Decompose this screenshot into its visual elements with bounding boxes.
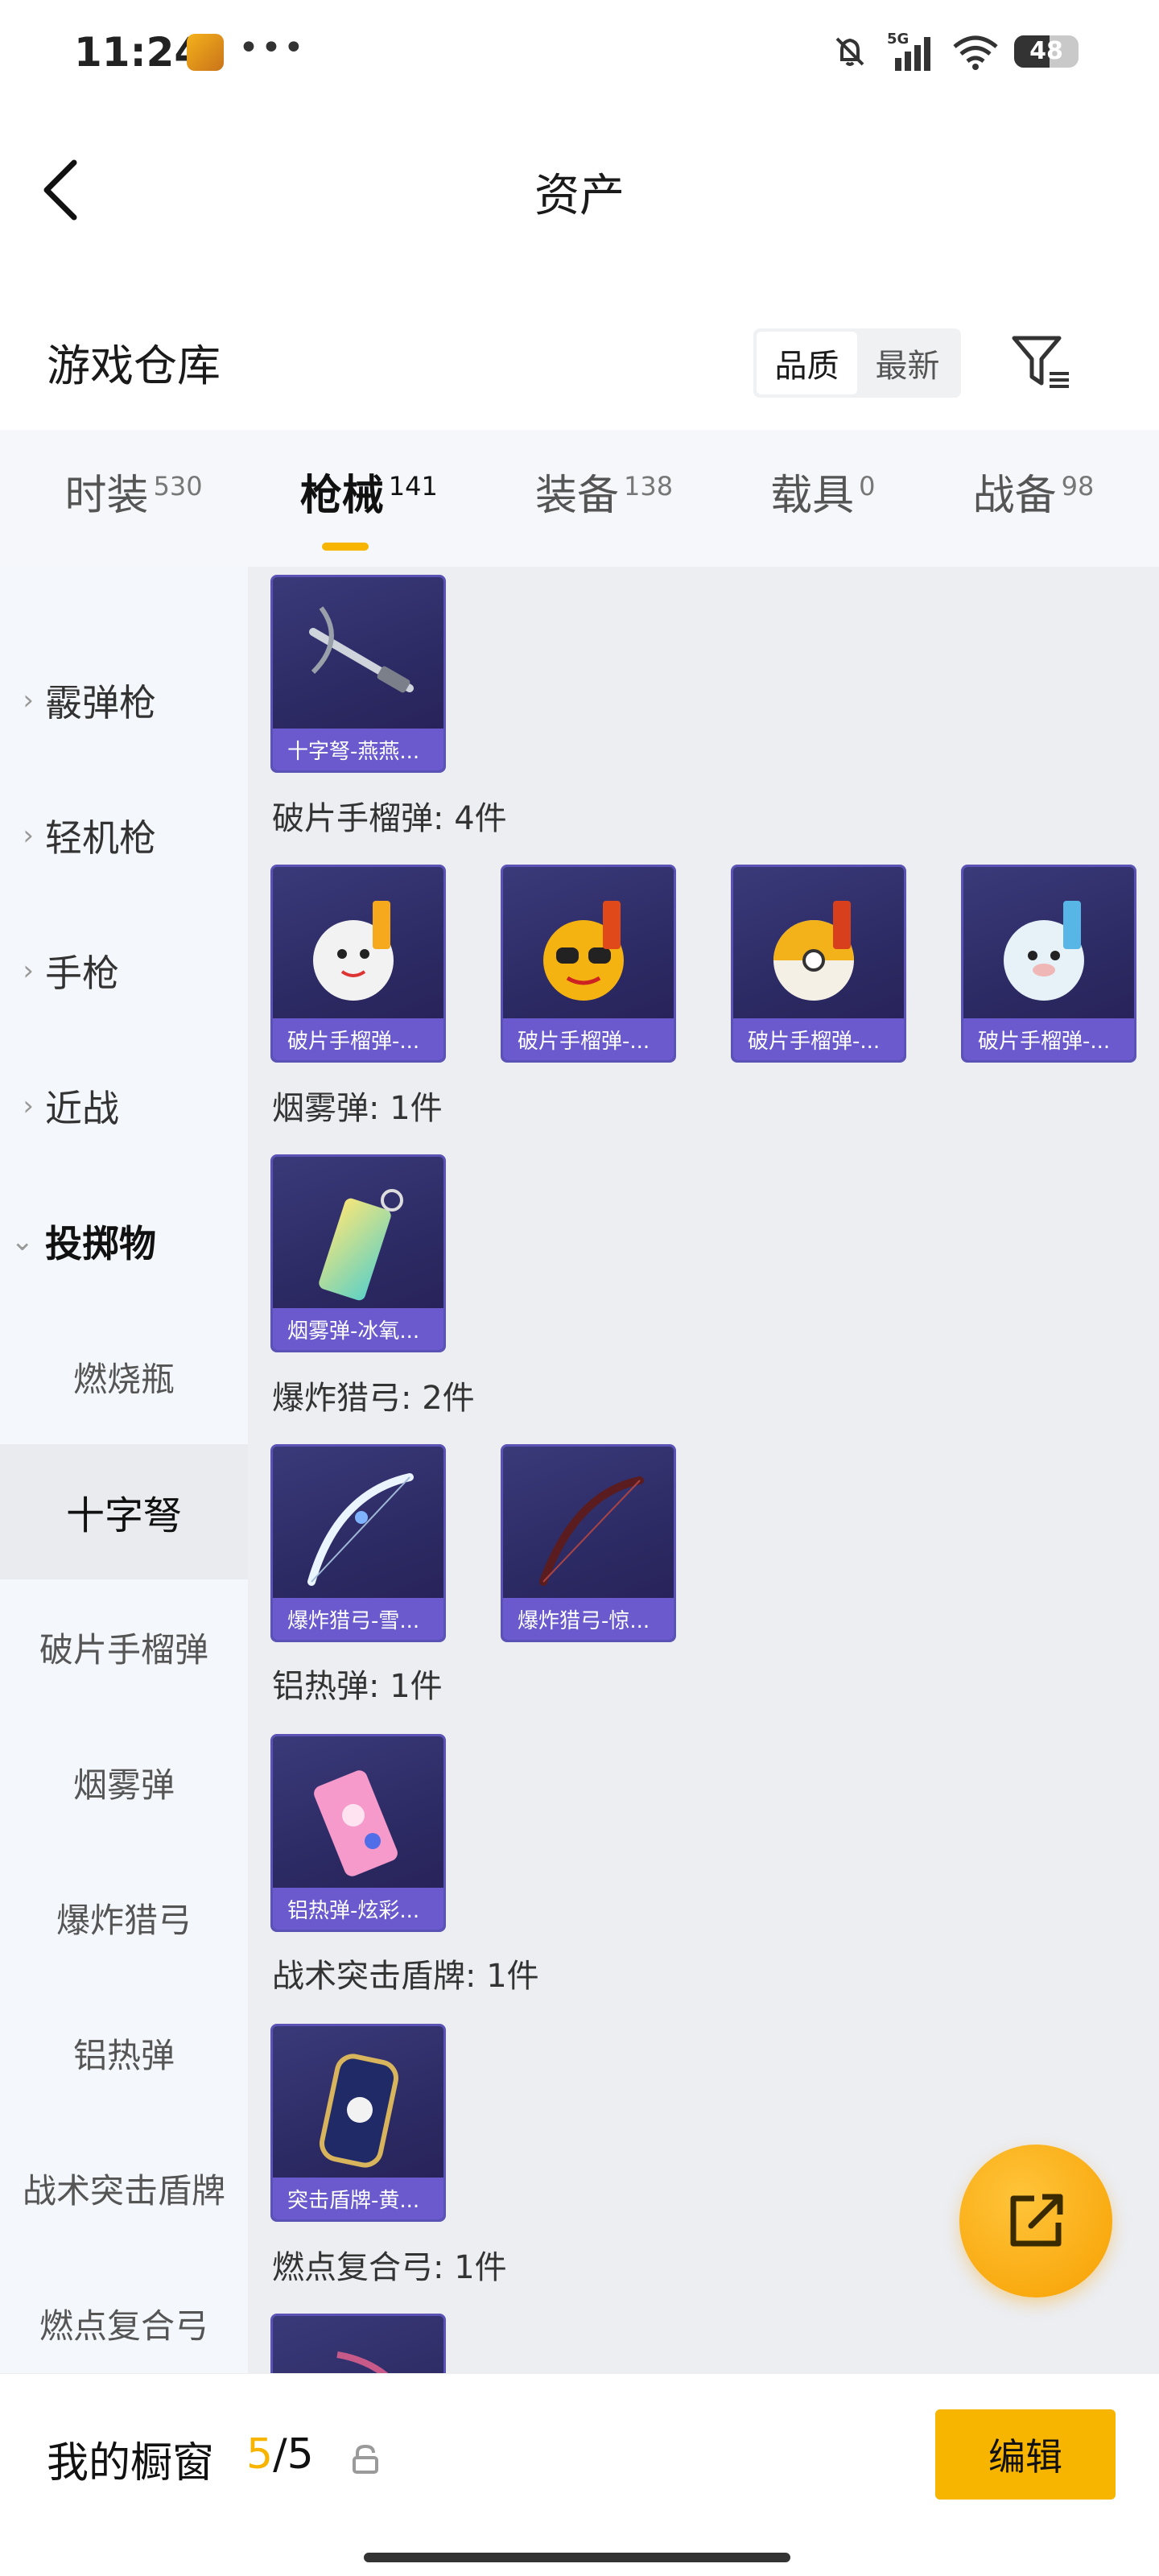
sidebar-sub-frag-grenade[interactable]: 破片手榴弹 bbox=[0, 1579, 248, 1715]
sidebar-sub-explosive-bow[interactable]: 爆炸猎弓 bbox=[0, 1850, 248, 1985]
showcase-bar: 我的橱窗 5/5 编辑 bbox=[0, 2373, 1159, 2576]
chevron-right-icon: › bbox=[23, 684, 34, 716]
smoke-grenade-icon bbox=[319, 1189, 403, 1301]
item-card[interactable]: 破片手榴弹-... bbox=[731, 865, 906, 1063]
chevron-right-icon: › bbox=[23, 1090, 34, 1122]
item-card[interactable]: 破片手榴弹-... bbox=[270, 865, 446, 1063]
item-card[interactable]: 破片手榴弹-... bbox=[501, 865, 676, 1063]
active-tab-indicator bbox=[322, 542, 369, 551]
group-title: 燃点复合弓: 1件 bbox=[272, 2249, 507, 2286]
thermite-grenade-icon bbox=[314, 1770, 398, 1876]
section-title: 游戏仓库 bbox=[47, 341, 221, 391]
signal-5g-icon: 5G bbox=[887, 31, 930, 71]
sidebar-sub-crossbow[interactable]: 十字弩 bbox=[0, 1444, 248, 1579]
category-sidebar: › 霰弹枪 › 轻机枪 › 手枪 › 近战 ⌄ 投掷物 燃烧瓶 十字弩 破片手榴… bbox=[0, 567, 248, 2373]
group-title: 破片手榴弹: 4件 bbox=[272, 800, 507, 837]
item-card[interactable]: 烟雾弹-冰氧... bbox=[270, 1154, 446, 1352]
item-caption: 爆炸猎弓-雪... bbox=[273, 1598, 443, 1640]
item-caption: 突击盾牌-黄... bbox=[273, 2178, 443, 2219]
edit-button[interactable]: 编辑 bbox=[935, 2409, 1116, 2500]
wifi-icon bbox=[953, 35, 998, 70]
share-icon bbox=[1010, 2194, 1063, 2247]
tab-vehicles[interactable]: 载具 0 bbox=[770, 461, 875, 536]
group-title: 爆炸猎弓: 2件 bbox=[272, 1380, 475, 1417]
more-notifications-icon: ••• bbox=[238, 27, 306, 68]
svg-text:5G: 5G bbox=[887, 31, 909, 47]
item-grid: 十字弩-燕燕... 破片手榴弹: 4件 破片手榴弹-... 破片手榴弹-... … bbox=[248, 567, 1159, 2373]
mute-icon bbox=[835, 37, 864, 66]
sort-quality-option[interactable]: 品质 bbox=[757, 332, 857, 394]
item-card[interactable]: 爆炸猎弓-惊... bbox=[501, 1444, 676, 1642]
crossbow-icon bbox=[309, 606, 414, 693]
item-caption: 破片手榴弹-... bbox=[963, 1018, 1134, 1060]
dark-bow-icon bbox=[539, 1476, 644, 1586]
snowman-grenade-icon bbox=[313, 901, 394, 1001]
chevron-down-icon: ⌄ bbox=[10, 1225, 35, 1257]
sort-newest-option[interactable]: 最新 bbox=[857, 332, 958, 394]
item-card[interactable]: 十字弩-燕燕... bbox=[270, 575, 446, 773]
item-card[interactable] bbox=[270, 2314, 446, 2373]
item-caption: 爆炸猎弓-惊... bbox=[503, 1598, 674, 1640]
item-caption: 十字弩-燕燕... bbox=[273, 729, 443, 770]
status-bar: 11:24 ••• 5G 48 bbox=[0, 0, 1159, 105]
item-caption: 铝热弹-炫彩... bbox=[273, 1888, 443, 1930]
item-caption: 破片手榴弹-... bbox=[273, 1018, 443, 1060]
sidebar-item-melee[interactable]: › 近战 bbox=[0, 1038, 248, 1174]
page-title: 资产 bbox=[534, 170, 625, 222]
sidebar-sub-smoke-grenade[interactable]: 烟雾弹 bbox=[0, 1715, 248, 1850]
group-title: 战术突击盾牌: 1件 bbox=[272, 1958, 539, 1995]
item-caption: 烟雾弹-冰氧... bbox=[273, 1308, 443, 1350]
sidebar-sub-assault-shield[interactable]: 战术突击盾牌 bbox=[0, 2120, 248, 2256]
sidebar-item-lmg[interactable]: › 轻机枪 bbox=[0, 768, 248, 903]
pokeball-grenade-icon bbox=[773, 901, 854, 1001]
group-title: 铝热弹: 1件 bbox=[272, 1668, 443, 1705]
category-tabs: 时装 530 枪械 141 装备 138 载具 0 战备 98 bbox=[0, 430, 1159, 567]
status-time: 11:24 bbox=[74, 29, 203, 76]
item-card[interactable]: 破片手榴弹-... bbox=[961, 865, 1136, 1063]
sidebar-sub-thermite[interactable]: 铝热弹 bbox=[0, 1985, 248, 2120]
home-indicator[interactable] bbox=[364, 2553, 790, 2562]
item-card[interactable]: 铝热弹-炫彩... bbox=[270, 1734, 446, 1932]
share-button[interactable] bbox=[959, 2145, 1112, 2297]
tab-supplies[interactable]: 战备 98 bbox=[973, 461, 1095, 536]
lock-icon bbox=[353, 2444, 378, 2474]
snow-bow-icon bbox=[307, 1473, 414, 1586]
seal-grenade-icon bbox=[1004, 901, 1084, 1001]
showcase-label: 我的橱窗 bbox=[47, 2439, 215, 2487]
compound-bow-icon bbox=[336, 2351, 389, 2373]
filter-icon[interactable] bbox=[1009, 332, 1072, 394]
battery-icon: 48 bbox=[1014, 35, 1079, 68]
sort-toggle: 品质 最新 bbox=[753, 328, 961, 398]
assault-shield-icon bbox=[320, 2054, 398, 2168]
group-title: 烟雾弹: 1件 bbox=[272, 1090, 443, 1127]
app-notification-icon bbox=[187, 34, 224, 71]
sidebar-item-shotgun[interactable]: › 霰弹枪 bbox=[0, 633, 248, 768]
item-caption: 破片手榴弹-... bbox=[503, 1018, 674, 1060]
tab-equipment[interactable]: 装备 138 bbox=[535, 461, 673, 536]
item-caption: 破片手榴弹-... bbox=[733, 1018, 904, 1060]
chevron-right-icon: › bbox=[23, 819, 34, 852]
sidebar-sub-compound-bow[interactable]: 燃点复合弓 bbox=[0, 2256, 248, 2391]
showcase-count: 5/5 bbox=[246, 2430, 314, 2479]
item-card[interactable]: 突击盾牌-黄... bbox=[270, 2024, 446, 2222]
tab-firearms[interactable]: 枪械 141 bbox=[300, 461, 438, 551]
tab-fashion[interactable]: 时装 530 bbox=[65, 461, 203, 536]
sidebar-sub-molotov[interactable]: 燃烧瓶 bbox=[0, 1309, 248, 1444]
battery-level: 48 bbox=[1029, 37, 1063, 65]
sidebar-item-throwables[interactable]: ⌄ 投掷物 bbox=[0, 1174, 248, 1309]
sidebar-item-pistol[interactable]: › 手枪 bbox=[0, 903, 248, 1038]
chevron-right-icon: › bbox=[23, 955, 34, 987]
item-card[interactable]: 爆炸猎弓-雪... bbox=[270, 1444, 446, 1642]
sunglasses-grenade-icon bbox=[543, 901, 624, 1001]
